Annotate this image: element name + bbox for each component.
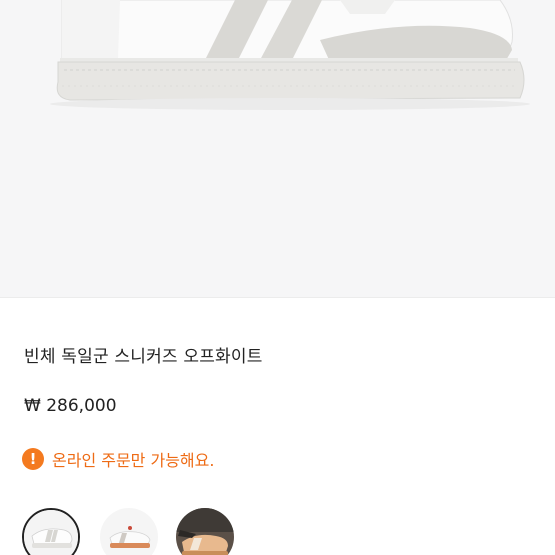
sneaker-illustration [50, 0, 530, 110]
exclamation-icon: ! [22, 448, 44, 470]
product-detail-page: 빈체 독일군 스니커즈 오프화이트 ₩ 286,000 ! 온라인 주문만 가능… [0, 0, 555, 555]
thumbnail-worn-view[interactable] [176, 508, 234, 555]
section-divider [0, 297, 555, 298]
product-title: 빈체 독일군 스니커즈 오프화이트 [24, 347, 263, 367]
product-image[interactable] [0, 0, 555, 297]
thumbnail-top-view[interactable] [100, 508, 158, 555]
online-only-notice: ! 온라인 주문만 가능해요. [22, 446, 214, 472]
thumbnail-side-view[interactable] [22, 508, 80, 555]
notice-text: 온라인 주문만 가능해요. [52, 451, 215, 470]
product-price: ₩ 286,000 [24, 396, 117, 416]
thumbnail-list [22, 508, 542, 555]
